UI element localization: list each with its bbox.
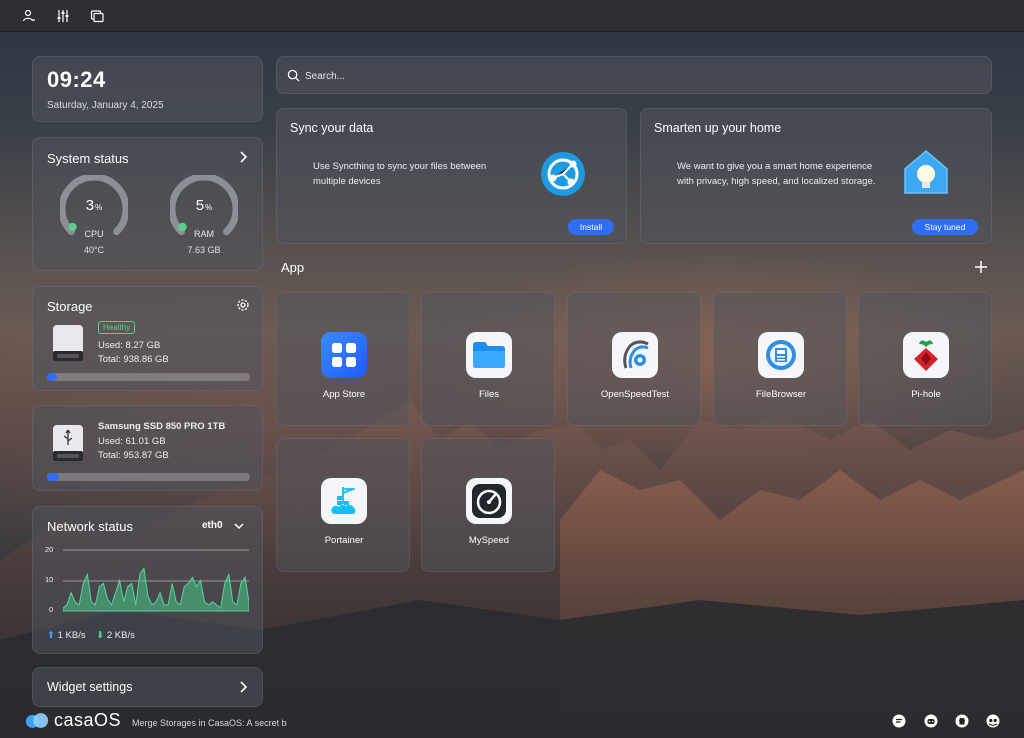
upload-speed: 1 KB/s <box>57 630 86 641</box>
storage-total: Total: 938.86 GB <box>98 354 169 365</box>
app-tile-openspeedtest[interactable]: OpenSpeedTest <box>567 292 701 426</box>
ram-total: 7.63 GB <box>187 245 221 255</box>
sync-promo-title: Sync your data <box>290 121 374 135</box>
sync-promo-desc-1: Use Syncthing to sync your files between <box>313 161 487 172</box>
cpu-label: CPU <box>84 229 104 239</box>
folder-icon <box>466 332 512 378</box>
storage-health-badge: Healthy <box>98 321 136 334</box>
storage-usage-fill <box>47 373 58 381</box>
ram-unit: % <box>205 203 213 212</box>
net-tick-20: 20 <box>45 545 54 554</box>
casaos-brand: casaOS <box>54 709 122 730</box>
search-input[interactable] <box>305 66 975 86</box>
smart-home-promo-desc-1: We want to give you a smart home experie… <box>677 161 873 172</box>
community-icon[interactable] <box>986 714 1000 728</box>
sync-promo-card: Sync your data Use Syncthing to sync you… <box>276 108 627 244</box>
disk-widget: Samsung SSD 850 PRO 1TB Used: 61.01 GB T… <box>32 405 263 491</box>
gear-icon[interactable] <box>236 298 250 312</box>
network-widget: Network status eth0 20 10 0 ⬆ 1 KB/s ⬇ 2… <box>32 506 263 654</box>
app-tile-portainer[interactable]: Portainer <box>276 438 410 572</box>
add-app-icon[interactable] <box>974 260 988 274</box>
apps-section-title: App <box>281 260 305 275</box>
network-title: Network status <box>47 519 133 534</box>
clock-time: 09:24 <box>47 67 106 92</box>
app-label: FileBrowser <box>755 389 807 400</box>
casaos-logo: casaOS <box>24 710 121 730</box>
syncthing-icon <box>541 152 585 196</box>
top-bar <box>0 0 1024 32</box>
cpu-value: 3 <box>85 197 95 214</box>
network-interface[interactable]: eth0 <box>202 520 223 531</box>
install-button[interactable]: Install <box>568 219 614 235</box>
disk-total: Total: 953.87 GB <box>98 450 169 461</box>
ram-gauge: 5% RAM <box>168 173 240 243</box>
filebrowser-icon <box>758 332 804 378</box>
network-chart <box>63 549 249 612</box>
system-status-widget: System status 3% CPU 40°C 5% RAM 7.63 GB <box>32 137 263 271</box>
smart-home-promo-title: Smarten up your home <box>654 121 782 135</box>
feedback-icon[interactable] <box>892 714 906 728</box>
disk-name: Samsung SSD 850 PRO 1TB <box>98 421 226 432</box>
network-area <box>63 566 249 612</box>
usb-drive-icon <box>53 425 83 461</box>
app-tile-filebrowser[interactable]: FileBrowser <box>713 292 847 426</box>
clock-widget: 09:24 Saturday, January 4, 2025 <box>32 56 263 122</box>
app-tile-pi-hole[interactable]: Pi-hole <box>858 292 992 426</box>
pi-hole-icon <box>903 332 949 378</box>
download-speed: 2 KB/s <box>106 630 135 641</box>
net-tick-10: 10 <box>45 575 54 584</box>
smart-home-promo-card: Smarten up your home We want to give you… <box>640 108 992 244</box>
news-ticker[interactable]: Merge Storages in CasaOS: A secret b <box>132 718 287 728</box>
myspeed-icon <box>466 478 512 524</box>
cpu-temperature: 40°C <box>83 245 105 255</box>
storage-widget: Storage Healthy Used: 8.27 GB Total: 938… <box>32 286 263 391</box>
smart-home-icon <box>904 150 948 194</box>
upload-arrow-icon: ⬆ <box>47 630 55 641</box>
hard-drive-icon <box>53 325 83 361</box>
openspeedtest-icon <box>612 332 658 378</box>
chevron-right-icon <box>240 681 248 693</box>
net-tick-0: 0 <box>49 605 54 614</box>
ram-value: 5 <box>195 197 205 214</box>
ram-label: RAM <box>194 229 214 239</box>
disk-usage-bar <box>47 473 250 481</box>
storage-used: Used: 8.27 GB <box>98 340 161 351</box>
app-label: Files <box>478 389 500 400</box>
chevron-down-icon[interactable] <box>233 520 245 532</box>
search-bar <box>276 56 992 94</box>
discord-icon[interactable] <box>924 714 938 728</box>
system-status-title: System status <box>47 151 129 166</box>
app-label: OpenSpeedTest <box>600 389 670 400</box>
search-icon <box>287 69 300 82</box>
clock-date: Saturday, January 4, 2025 <box>47 100 164 111</box>
sliders-icon[interactable] <box>54 7 72 25</box>
download-arrow-icon: ⬇ <box>96 630 105 641</box>
sync-promo-desc-2: multiple devices <box>313 176 381 187</box>
github-icon[interactable] <box>955 714 969 728</box>
storage-usage-bar <box>47 373 250 381</box>
portainer-icon <box>321 478 367 524</box>
app-label: Pi-hole <box>911 389 941 400</box>
smart-home-promo-desc-2: with privacy, high speed, and localized … <box>677 176 876 187</box>
wallpaper-icon[interactable] <box>88 7 106 25</box>
user-settings-icon[interactable] <box>20 7 38 25</box>
chevron-right-icon[interactable] <box>236 150 250 164</box>
app-store-icon <box>321 332 367 378</box>
app-label: MySpeed <box>468 535 510 546</box>
disk-used: Used: 61.01 GB <box>98 436 166 447</box>
app-label: Portainer <box>324 535 364 546</box>
cpu-gauge: 3% CPU <box>58 173 130 243</box>
storage-title: Storage <box>47 299 93 314</box>
stay-tuned-button[interactable]: Stay tuned <box>912 219 978 235</box>
app-tile-app-store[interactable]: App Store <box>276 292 410 426</box>
widget-settings-button[interactable]: Widget settings <box>32 667 263 707</box>
disk-usage-fill <box>47 473 60 481</box>
widget-settings-label: Widget settings <box>47 680 133 694</box>
app-label: App Store <box>322 389 366 400</box>
app-tile-files[interactable]: Files <box>421 292 555 426</box>
casaos-cloud-icon <box>25 712 49 728</box>
cpu-unit: % <box>95 203 103 212</box>
app-tile-myspeed[interactable]: MySpeed <box>421 438 555 572</box>
